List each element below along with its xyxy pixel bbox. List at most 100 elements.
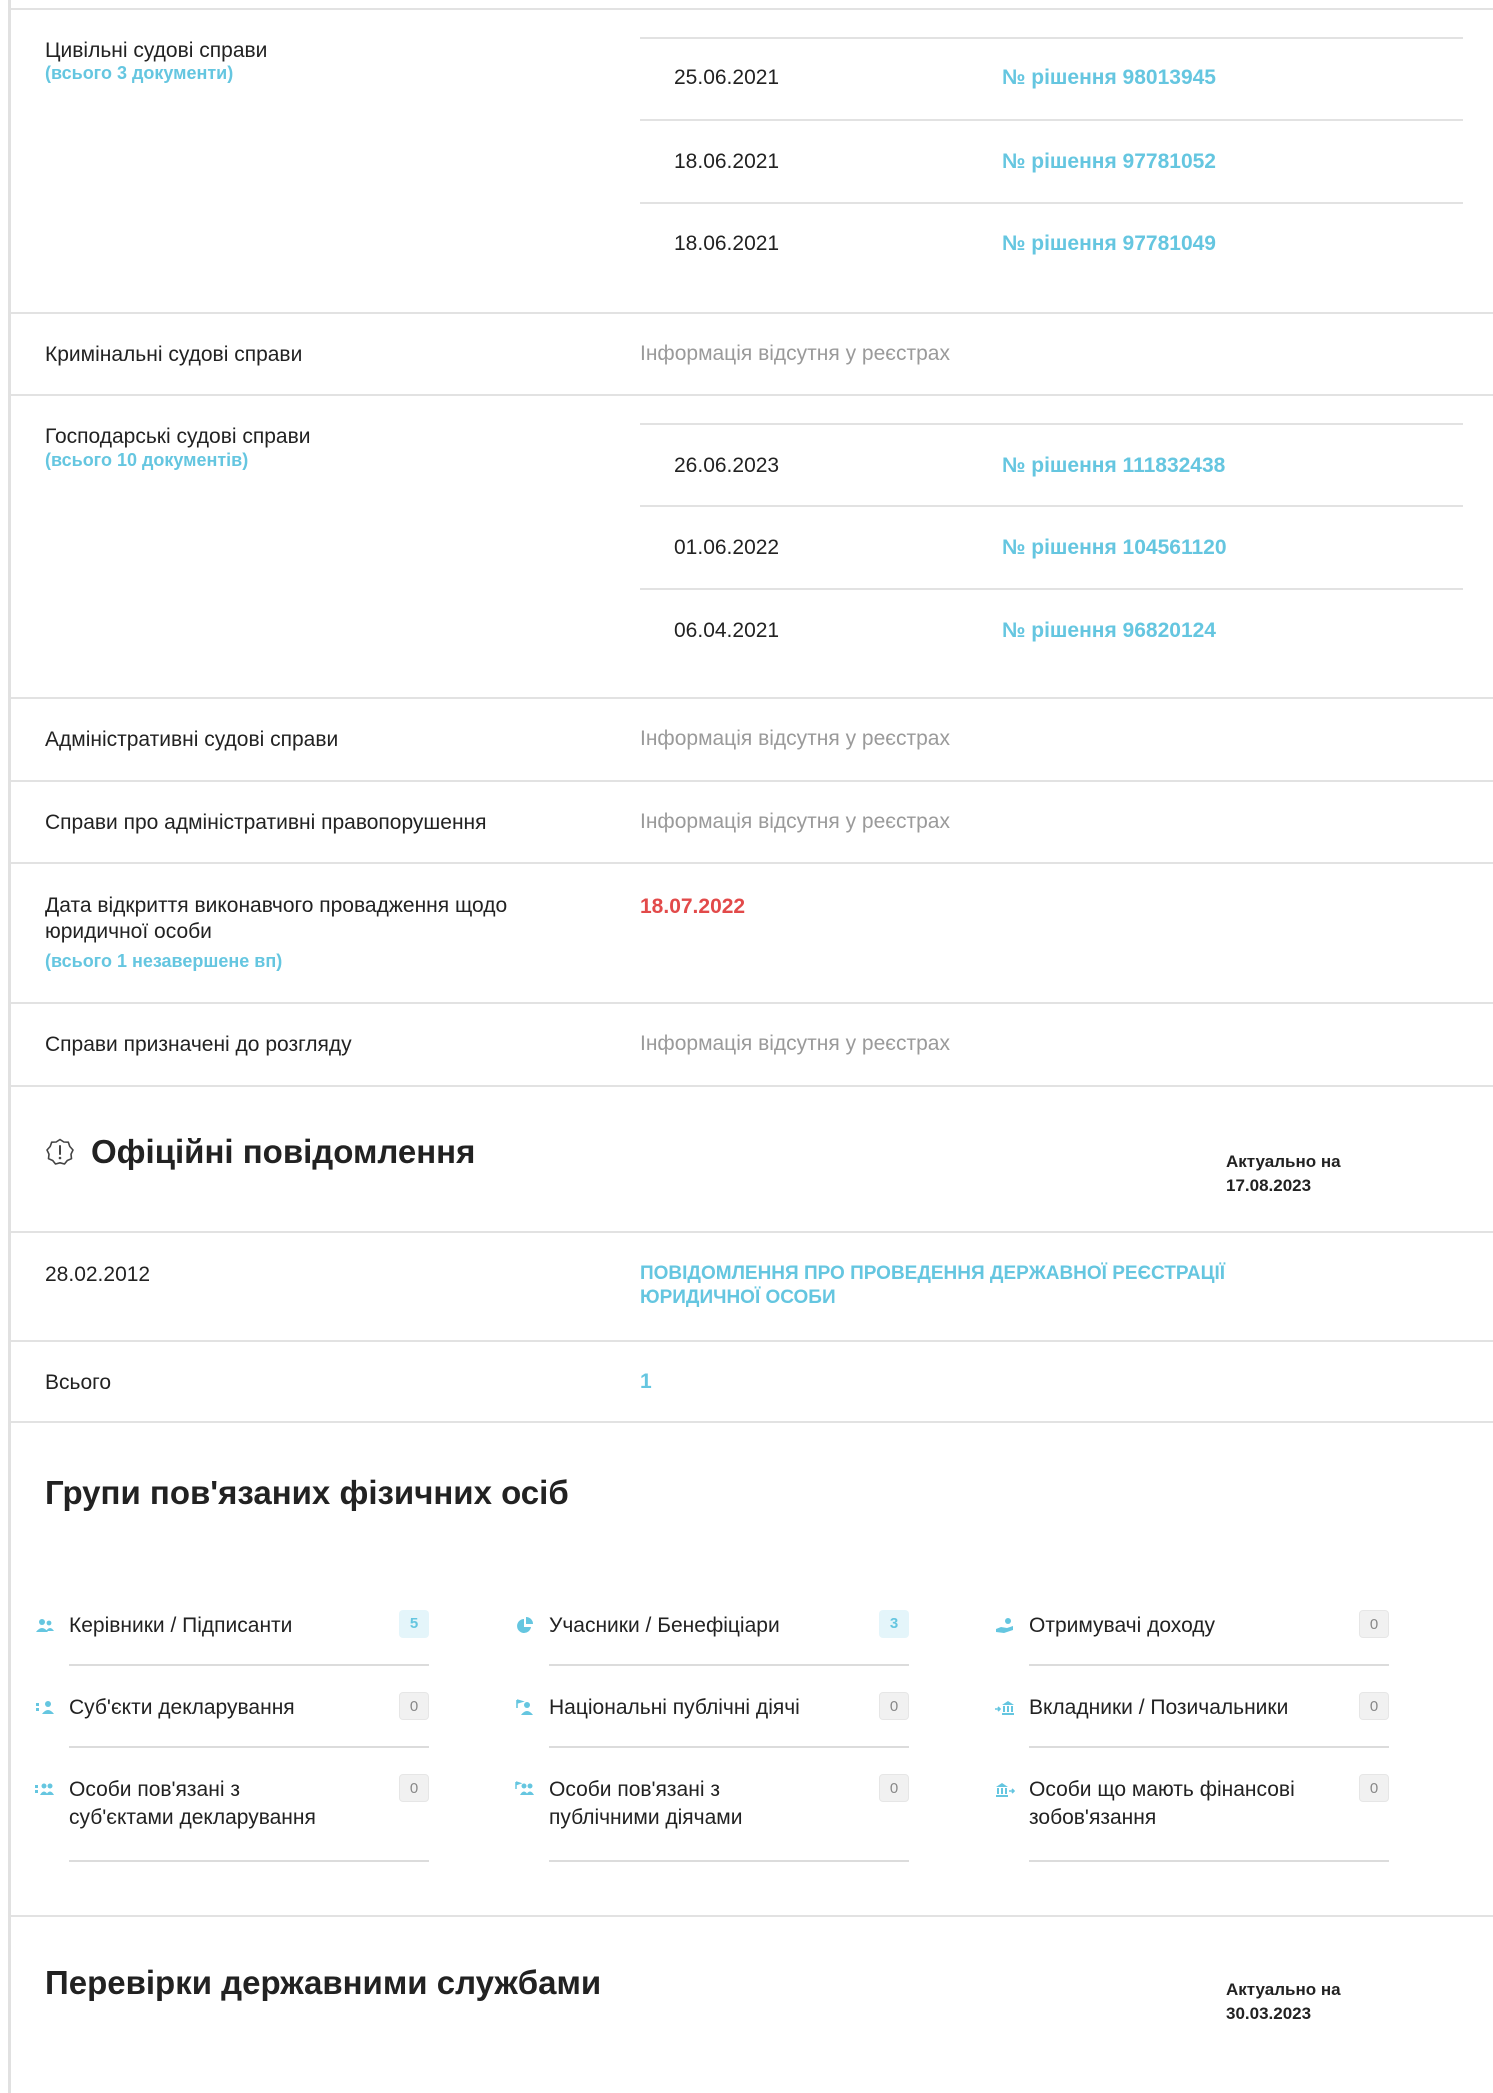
group-label: Особи що мають фінансові зобов'язання bbox=[1029, 1778, 1295, 1829]
administrative-cases-value: Інформація відсутня у реєстрах bbox=[640, 727, 950, 750]
group-count-badge: 0 bbox=[1359, 1610, 1389, 1638]
group-label: Вкладники / Позичальники bbox=[1029, 1696, 1289, 1719]
divider bbox=[640, 423, 1463, 425]
civil-decision-date: 18.06.2021 bbox=[674, 150, 780, 173]
group-label: Особи пов'язані з публічними діячами bbox=[549, 1778, 743, 1829]
group-count-badge: 0 bbox=[879, 1774, 909, 1802]
civil-decision-link[interactable]: № рішення 98013945 bbox=[1002, 66, 1216, 90]
divider bbox=[1029, 1746, 1389, 1748]
notices-actual-date: 17.08.2023 bbox=[1226, 1176, 1312, 1195]
user-flag-icon bbox=[515, 1698, 535, 1718]
scheduled-cases-value: Інформація відсутня у реєстрах bbox=[640, 1032, 950, 1055]
divider bbox=[11, 1340, 1493, 1342]
divider bbox=[11, 862, 1493, 864]
offenses-label: Справи про адміністративні правопорушенн… bbox=[45, 811, 487, 834]
divider bbox=[11, 1915, 1493, 1917]
group-public-figure-related[interactable]: Особи пов'язані з публічними діячами 0 bbox=[515, 1774, 909, 1866]
commercial-decision-date: 01.06.2022 bbox=[674, 536, 780, 559]
groups-title: Групи пов'язаних фізичних осіб bbox=[45, 1474, 569, 1511]
group-label: Учасники / Бенефіціари bbox=[549, 1614, 780, 1637]
group-depositors[interactable]: Вкладники / Позичальники 0 bbox=[995, 1692, 1389, 1754]
divider bbox=[549, 1746, 909, 1748]
group-financial-obligations[interactable]: Особи що мають фінансові зобов'язання 0 bbox=[995, 1774, 1389, 1866]
divider bbox=[69, 1860, 429, 1862]
enforcement-count[interactable]: (всього 1 незавершене вп) bbox=[45, 951, 282, 972]
alert-icon bbox=[45, 1137, 75, 1167]
civil-decision-link[interactable]: № рішення 97781052 bbox=[1002, 150, 1216, 174]
divider bbox=[11, 1002, 1493, 1004]
divider bbox=[549, 1664, 909, 1666]
group-managers[interactable]: Керівники / Підписанти 5 bbox=[35, 1610, 429, 1672]
user-list-icon bbox=[35, 1698, 55, 1718]
enforcement-label-line1: Дата відкриття виконавчого провадження щ… bbox=[45, 894, 508, 917]
enforcement-date: 18.07.2022 bbox=[640, 895, 746, 918]
bank-in-icon bbox=[995, 1698, 1015, 1718]
group-participants[interactable]: Учасники / Бенефіціари 3 bbox=[515, 1610, 909, 1672]
administrative-cases-label: Адміністративні судові справи bbox=[45, 728, 339, 751]
civil-decision-date: 18.06.2021 bbox=[674, 232, 780, 255]
bank-out-icon bbox=[995, 1780, 1016, 1800]
divider bbox=[1029, 1664, 1389, 1666]
divider bbox=[11, 1085, 1493, 1087]
group-count-badge: 0 bbox=[1359, 1692, 1389, 1720]
divider bbox=[11, 8, 1493, 10]
civil-decision-link[interactable]: № рішення 97781049 bbox=[1002, 232, 1216, 256]
commercial-decision-date: 26.06.2023 bbox=[674, 454, 780, 477]
divider bbox=[640, 37, 1463, 39]
commercial-cases-count[interactable]: (всього 10 документів) bbox=[45, 450, 248, 471]
divider bbox=[69, 1664, 429, 1666]
enforcement-label-line2: юридичної особи bbox=[45, 920, 212, 943]
commercial-decision-date: 06.04.2021 bbox=[674, 619, 780, 642]
divider bbox=[640, 119, 1463, 121]
divider bbox=[640, 505, 1463, 507]
divider bbox=[1029, 1860, 1389, 1862]
criminal-cases-value: Інформація відсутня у реєстрах bbox=[640, 342, 950, 365]
notice-link-line1[interactable]: ПОВІДОМЛЕННЯ ПРО ПРОВЕДЕННЯ ДЕРЖАВНОЇ РЕ… bbox=[640, 1262, 1225, 1286]
group-declarants[interactable]: Суб'єкти декларування 0 bbox=[35, 1692, 429, 1754]
commercial-decision-link[interactable]: № рішення 111832438 bbox=[1002, 454, 1225, 478]
inspections-actual-label: Актуально на bbox=[1226, 1980, 1341, 1999]
divider bbox=[549, 1860, 909, 1862]
group-count-badge: 0 bbox=[399, 1774, 429, 1802]
commercial-decision-link[interactable]: № рішення 104561120 bbox=[1002, 536, 1227, 560]
divider bbox=[640, 202, 1463, 204]
group-count-badge: 5 bbox=[399, 1610, 429, 1638]
notices-total-label: Всього bbox=[45, 1371, 112, 1394]
divider bbox=[11, 697, 1493, 699]
divider bbox=[69, 1746, 429, 1748]
criminal-cases-label: Кримінальні судові справи bbox=[45, 343, 303, 366]
divider bbox=[11, 780, 1493, 782]
notice-link-line2[interactable]: ЮРИДИЧНОЇ ОСОБИ bbox=[640, 1286, 836, 1310]
users-icon bbox=[35, 1616, 55, 1636]
inspections-actual-date: 30.03.2023 bbox=[1226, 2004, 1312, 2023]
group-count-badge: 0 bbox=[399, 1692, 429, 1720]
notices-total-value[interactable]: 1 bbox=[640, 1370, 652, 1394]
civil-cases-label: Цивільні судові справи bbox=[45, 39, 268, 62]
commercial-decision-link[interactable]: № рішення 96820124 bbox=[1002, 619, 1216, 643]
pie-chart-icon bbox=[515, 1616, 535, 1636]
divider bbox=[11, 1231, 1493, 1233]
group-label: Особи пов'язані з суб'єктами декларування bbox=[69, 1778, 316, 1829]
divider bbox=[11, 312, 1493, 314]
group-declarant-related[interactable]: Особи пов'язані з суб'єктами декларування… bbox=[35, 1774, 429, 1866]
scheduled-cases-label: Справи призначені до розгляду bbox=[45, 1033, 352, 1056]
divider bbox=[640, 588, 1463, 590]
offenses-value: Інформація відсутня у реєстрах bbox=[640, 810, 950, 833]
user-group-list-icon bbox=[35, 1780, 55, 1800]
notice-date: 28.02.2012 bbox=[45, 1263, 151, 1286]
group-count-badge: 0 bbox=[1359, 1774, 1389, 1802]
inspections-title: Перевірки державними службами bbox=[45, 1964, 602, 2001]
notices-title: Офіційні повідомлення bbox=[91, 1133, 476, 1170]
notices-actual-label: Актуально на bbox=[1226, 1152, 1341, 1171]
user-group-flag-icon bbox=[515, 1780, 535, 1800]
civil-cases-count[interactable]: (всього 3 документи) bbox=[45, 63, 233, 84]
group-label: Суб'єкти декларування bbox=[69, 1696, 295, 1719]
commercial-cases-label: Господарські судові справи bbox=[45, 425, 311, 448]
group-income-recipients[interactable]: Отримувачі доходу 0 bbox=[995, 1610, 1389, 1672]
group-public-figures[interactable]: Національні публічні діячі 0 bbox=[515, 1692, 909, 1754]
civil-decision-date: 25.06.2021 bbox=[674, 66, 780, 89]
group-count-badge: 3 bbox=[879, 1610, 909, 1638]
group-label: Отримувачі доходу bbox=[1029, 1614, 1216, 1637]
group-count-badge: 0 bbox=[879, 1692, 909, 1720]
group-label: Національні публічні діячі bbox=[549, 1696, 800, 1719]
